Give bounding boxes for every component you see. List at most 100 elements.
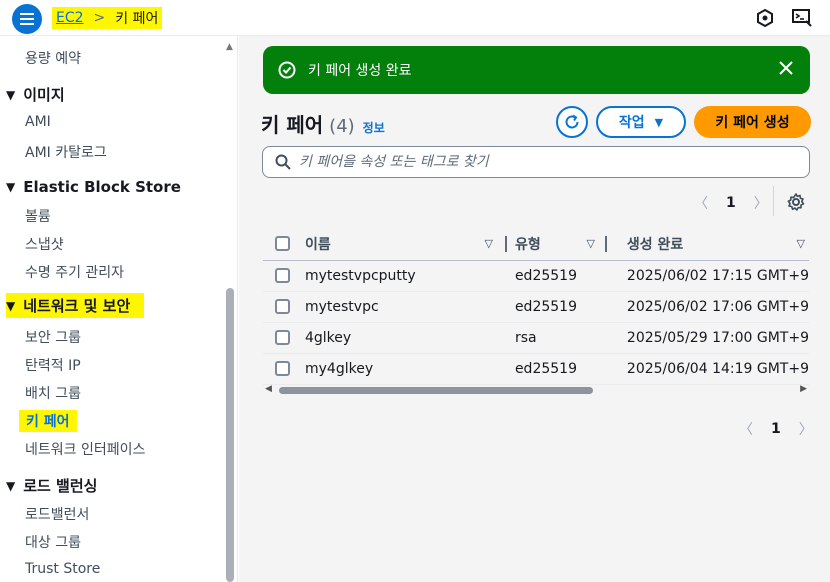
sidebar-item-placement-groups[interactable]: 배치 그룹 xyxy=(25,383,81,403)
sidebar-section-images[interactable]: ▼ 이미지 xyxy=(6,84,65,105)
key-pairs-table: 이름 ▽ 유형 ▽ 생성 완료 ▽ mytestvpcputty ed25519 20… xyxy=(263,228,809,385)
sidebar-item-capacity-reservations[interactable]: 용량 예약 xyxy=(25,48,81,68)
hamburger-icon xyxy=(20,13,34,25)
cell-name: mytestvpc xyxy=(304,291,515,323)
scrollbar-thumb[interactable] xyxy=(279,387,593,394)
search-icon xyxy=(275,154,291,170)
cell-name: 4glkey xyxy=(304,322,515,354)
cell-type: ed25519 xyxy=(514,260,615,292)
sidebar-item-target-groups[interactable]: 대상 그룹 xyxy=(25,532,81,552)
sidebar-section-load-balancing[interactable]: ▼ 로드 밸런싱 xyxy=(6,475,97,496)
search-input[interactable] xyxy=(299,154,779,170)
caret-down-icon: ▼ xyxy=(6,478,16,493)
refresh-button[interactable] xyxy=(556,106,588,138)
select-all-cell xyxy=(263,228,305,261)
cell-created: 2025/06/04 14:19 GMT+9 xyxy=(614,353,809,385)
cell-type: ed25519 xyxy=(514,353,615,385)
column-header-type[interactable]: 유형 ▽ xyxy=(514,228,615,261)
menu-button[interactable] xyxy=(12,4,42,34)
sort-icon[interactable]: ▽ xyxy=(797,237,805,250)
cell-type: rsa xyxy=(514,322,615,354)
column-header-name[interactable]: 이름 ▽ xyxy=(304,228,515,261)
sidebar-section-ebs[interactable]: ▼ Elastic Block Store xyxy=(6,178,181,196)
cell-type: ed25519 xyxy=(514,291,615,323)
gear-icon[interactable] xyxy=(787,193,805,215)
actions-dropdown-button[interactable]: 작업 ▼ xyxy=(596,106,686,138)
table-row[interactable]: 4glkey rsa 2025/05/29 17:00 GMT+9 xyxy=(263,322,809,354)
table-row[interactable]: mytestvpc ed25519 2025/06/02 17:06 GMT+9 xyxy=(263,291,809,323)
sidebar-item-elastic-ips[interactable]: 탄력적 IP xyxy=(25,355,81,375)
cloudshell-icon[interactable] xyxy=(792,8,812,28)
info-link[interactable]: 정보 xyxy=(363,119,385,136)
column-resizer[interactable] xyxy=(604,235,607,252)
sidebar-scroll-up-arrow[interactable]: ▲ xyxy=(226,42,233,52)
success-flash: 키 페어 생성 완료 xyxy=(263,46,810,94)
actions-label: 작업 xyxy=(618,115,645,131)
sidebar-item-security-groups[interactable]: 보안 그룹 xyxy=(25,327,81,347)
cell-name: mytestvpcputty xyxy=(304,260,515,292)
caret-down-icon: ▼ xyxy=(654,115,664,129)
flash-message: 키 페어 생성 완료 xyxy=(308,63,412,79)
main-content: 키 페어 생성 완료 키 페어 (4) 정보 작업 ▼ 키 페어 생성 〈 1 … xyxy=(239,36,830,582)
column-resizer[interactable] xyxy=(504,235,507,252)
cell-name: my4glkey xyxy=(304,353,515,385)
create-key-pair-button[interactable]: 키 페어 생성 xyxy=(694,106,811,138)
breadcrumb-separator: > xyxy=(93,10,106,26)
caret-down-icon: ▼ xyxy=(6,180,16,194)
sidebar-section-label: 네트워크 및 보안 xyxy=(23,297,131,315)
column-label: 생성 완료 xyxy=(626,236,684,253)
select-all-checkbox[interactable] xyxy=(275,236,290,252)
sidebar-section-label: 이미지 xyxy=(23,86,65,104)
sidebar: ▲ 용량 예약 ▼ 이미지 AMI AMI 카탈로그 ▼ Elastic Block… xyxy=(0,36,238,582)
sidebar-section-network-security[interactable]: ▼ 네트워크 및 보안 xyxy=(6,293,145,318)
refresh-icon xyxy=(565,114,579,129)
row-checkbox[interactable] xyxy=(275,299,290,314)
caret-down-icon: ▼ xyxy=(6,87,16,102)
sidebar-item-key-pairs[interactable]: 키 페어 xyxy=(19,410,77,432)
row-checkbox[interactable] xyxy=(275,330,290,345)
row-checkbox[interactable] xyxy=(275,268,290,283)
divider xyxy=(773,186,774,216)
notification-icon[interactable] xyxy=(755,8,775,28)
sidebar-item-ami[interactable]: AMI xyxy=(25,114,51,130)
page-number[interactable]: 1 xyxy=(771,421,781,437)
item-count: (4) xyxy=(329,116,355,137)
sidebar-item-load-balancers[interactable]: 로드밸런서 xyxy=(25,504,89,524)
breadcrumb: EC2 > 키 페어 xyxy=(52,7,163,29)
sidebar-section-label: 로드 밸런싱 xyxy=(23,477,98,495)
page-number[interactable]: 1 xyxy=(726,195,736,211)
column-label: 유형 xyxy=(514,236,541,253)
sort-icon[interactable]: ▽ xyxy=(484,237,492,250)
scroll-left-arrow[interactable]: ◀ xyxy=(265,384,272,394)
caret-down-icon: ▼ xyxy=(6,298,16,313)
close-icon[interactable] xyxy=(778,60,794,80)
page-title-text: 키 페어 xyxy=(261,113,324,137)
table-row[interactable]: mytestvpcputty ed25519 2025/06/02 17:15 … xyxy=(263,260,809,292)
pagination-bottom: 〈 1 〉 xyxy=(739,419,813,439)
sidebar-scrollbar[interactable] xyxy=(226,288,234,582)
chevron-right-icon[interactable]: 〉 xyxy=(754,193,768,213)
sidebar-item-trust-store[interactable]: Trust Store xyxy=(25,561,100,577)
cell-created: 2025/06/02 17:15 GMT+9 xyxy=(614,260,809,292)
breadcrumb-root-link[interactable]: EC2 xyxy=(56,10,84,26)
sidebar-item-ami-catalog[interactable]: AMI 카탈로그 xyxy=(25,142,107,162)
chevron-left-icon[interactable]: 〈 xyxy=(694,193,708,213)
table-horizontal-scrollbar[interactable]: ◀ ▶ xyxy=(263,384,809,398)
scroll-right-arrow[interactable]: ▶ xyxy=(800,384,807,394)
chevron-left-icon[interactable]: 〈 xyxy=(739,419,753,439)
page-title: 키 페어 (4) 정보 xyxy=(261,109,385,138)
column-header-created[interactable]: 생성 완료 ▽ xyxy=(614,228,809,261)
sidebar-item-lifecycle-manager[interactable]: 수명 주기 관리자 xyxy=(25,262,124,282)
sidebar-item-volumes[interactable]: 볼륨 xyxy=(25,206,51,226)
sort-icon[interactable]: ▽ xyxy=(586,237,594,250)
row-checkbox[interactable] xyxy=(275,361,290,376)
table-row[interactable]: my4glkey ed25519 2025/06/04 14:19 GMT+9 xyxy=(263,353,809,385)
pagination-top: 〈 1 〉 xyxy=(694,193,768,213)
chevron-right-icon[interactable]: 〉 xyxy=(799,419,813,439)
check-circle-icon xyxy=(278,61,296,79)
sidebar-item-snapshots[interactable]: 스냅샷 xyxy=(25,234,64,254)
search-field[interactable] xyxy=(262,146,810,178)
sidebar-section-label: Elastic Block Store xyxy=(23,178,181,196)
table-header-row: 이름 ▽ 유형 ▽ 생성 완료 ▽ xyxy=(263,228,809,261)
sidebar-item-network-interfaces[interactable]: 네트워크 인터페이스 xyxy=(25,439,145,459)
